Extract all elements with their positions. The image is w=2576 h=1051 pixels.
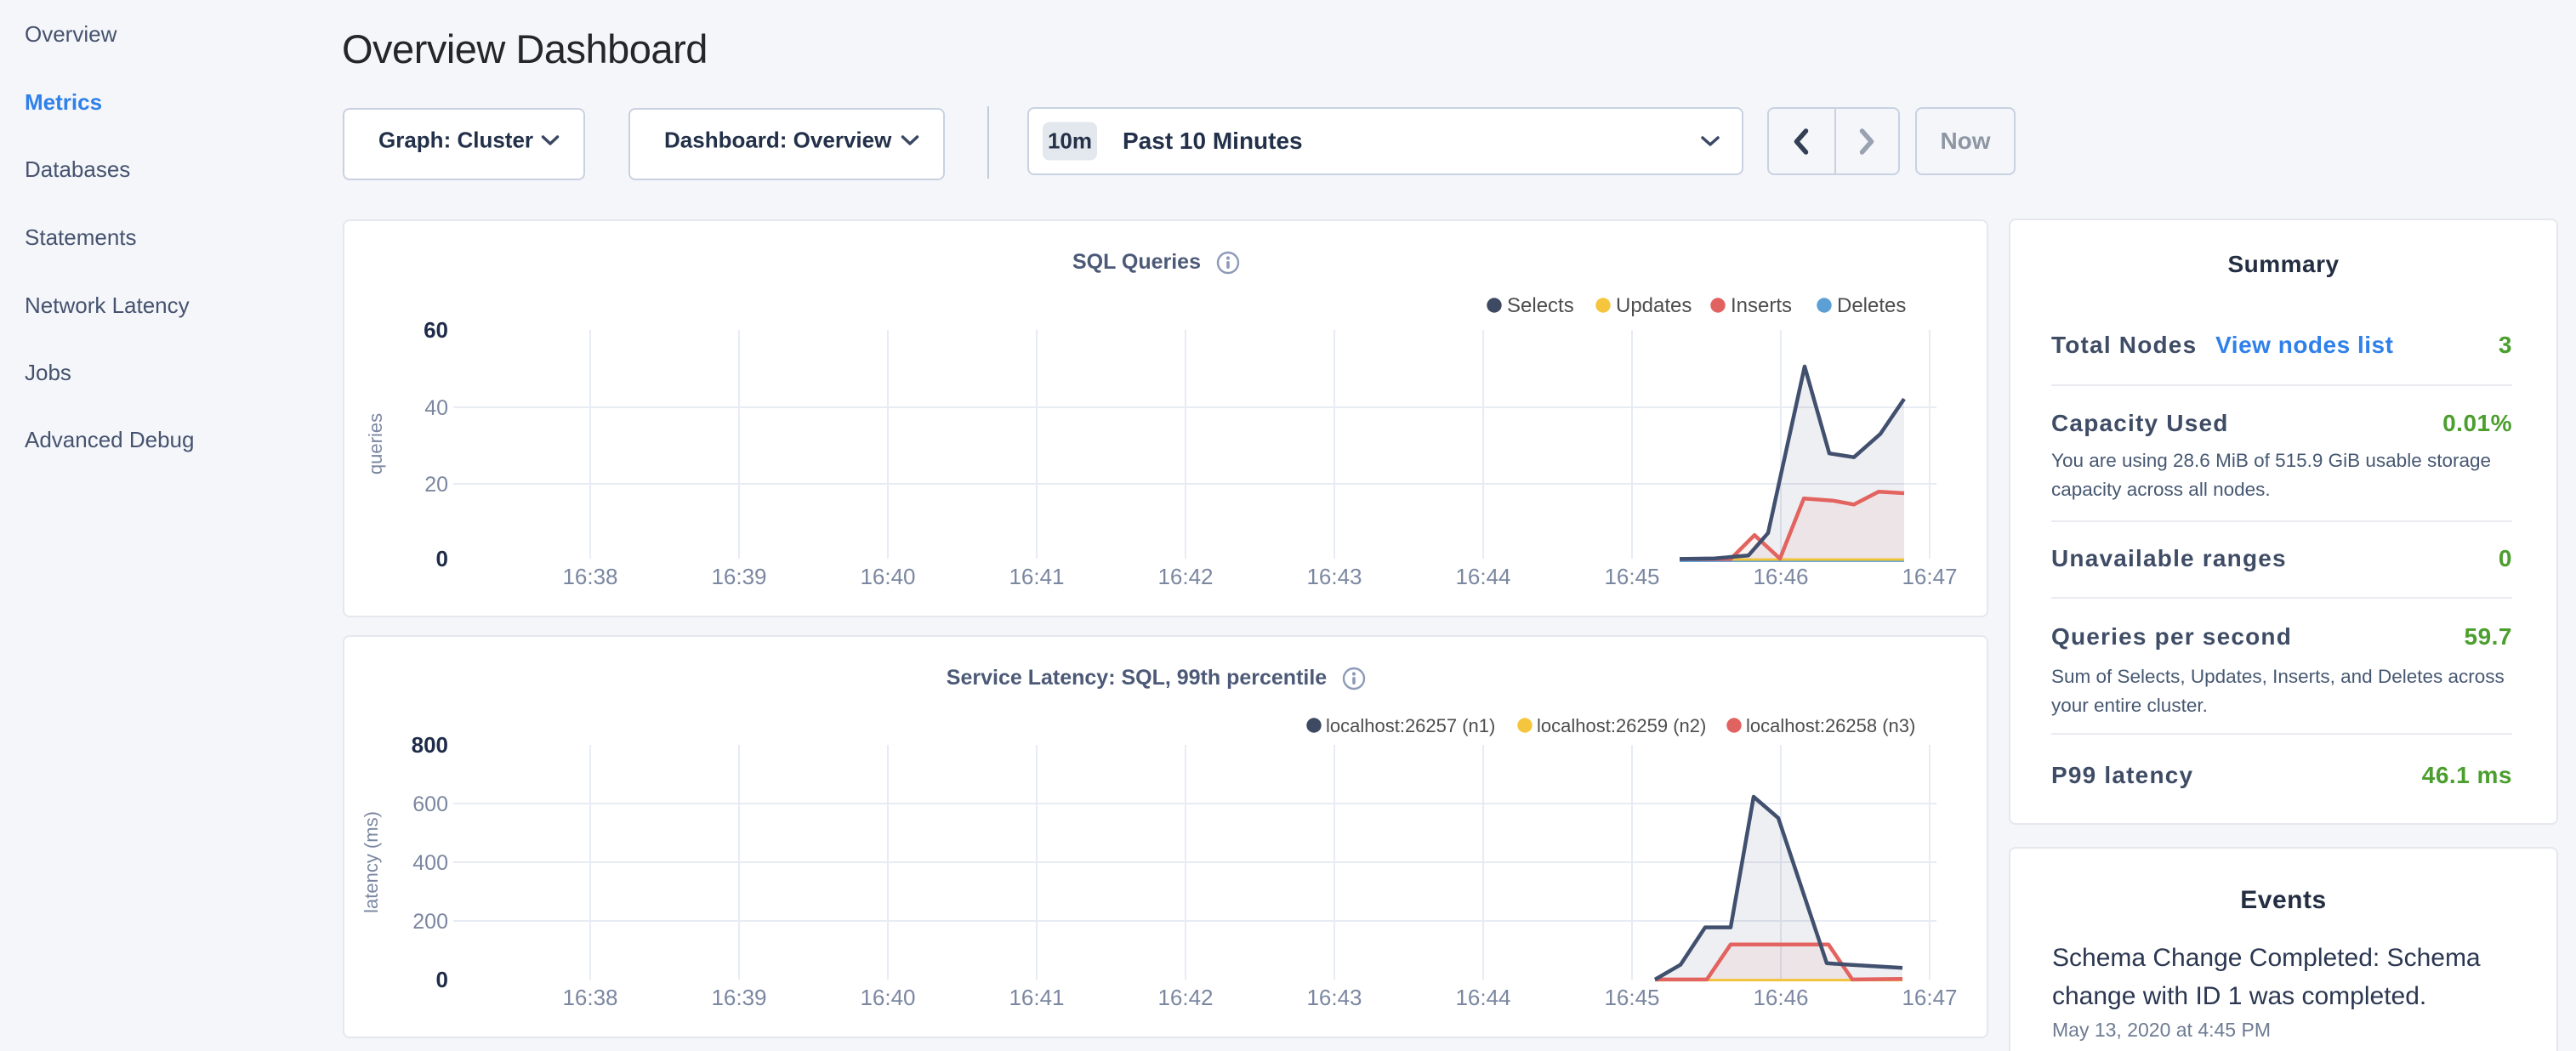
svg-text:Deletes: Deletes (1837, 294, 1906, 317)
svg-text:20: 20 (424, 473, 448, 497)
svg-text:16:47: 16:47 (1902, 985, 1957, 1010)
svg-text:16:45: 16:45 (1604, 564, 1659, 589)
svg-text:Inserts: Inserts (1731, 294, 1792, 317)
svg-text:latency (ms): latency (ms) (361, 811, 382, 913)
svg-text:16:39: 16:39 (711, 985, 766, 1010)
svg-text:600: 600 (412, 793, 448, 816)
svg-text:16:40: 16:40 (860, 564, 915, 589)
svg-text:0: 0 (436, 546, 448, 571)
svg-text:800: 800 (412, 732, 448, 758)
svg-text:400: 400 (412, 851, 448, 875)
svg-text:40: 40 (424, 396, 448, 420)
svg-text:16:46: 16:46 (1753, 564, 1808, 589)
svg-text:Updates: Updates (1616, 294, 1692, 317)
svg-text:16:38: 16:38 (562, 564, 617, 589)
svg-text:localhost:26259 (n2): localhost:26259 (n2) (1537, 715, 1706, 736)
svg-text:Selects: Selects (1507, 294, 1574, 317)
svg-text:localhost:26257 (n1): localhost:26257 (n1) (1326, 715, 1495, 736)
svg-text:16:42: 16:42 (1157, 985, 1213, 1010)
svg-text:16:42: 16:42 (1157, 564, 1213, 589)
svg-text:16:44: 16:44 (1455, 564, 1510, 589)
svg-text:16:43: 16:43 (1306, 985, 1362, 1010)
svg-text:16:40: 16:40 (860, 985, 915, 1010)
svg-text:16:45: 16:45 (1604, 985, 1659, 1010)
svg-text:200: 200 (412, 910, 448, 934)
svg-text:queries: queries (365, 413, 386, 474)
svg-text:16:39: 16:39 (711, 564, 766, 589)
svg-text:localhost:26258 (n3): localhost:26258 (n3) (1746, 715, 1915, 736)
svg-text:16:38: 16:38 (562, 985, 617, 1010)
svg-text:16:43: 16:43 (1306, 564, 1362, 589)
svg-text:0: 0 (436, 967, 448, 992)
svg-text:16:41: 16:41 (1009, 985, 1064, 1010)
svg-text:16:46: 16:46 (1753, 985, 1808, 1010)
svg-text:60: 60 (424, 317, 448, 343)
svg-text:16:47: 16:47 (1902, 564, 1957, 589)
svg-text:16:44: 16:44 (1455, 985, 1510, 1010)
svg-text:16:41: 16:41 (1009, 564, 1064, 589)
